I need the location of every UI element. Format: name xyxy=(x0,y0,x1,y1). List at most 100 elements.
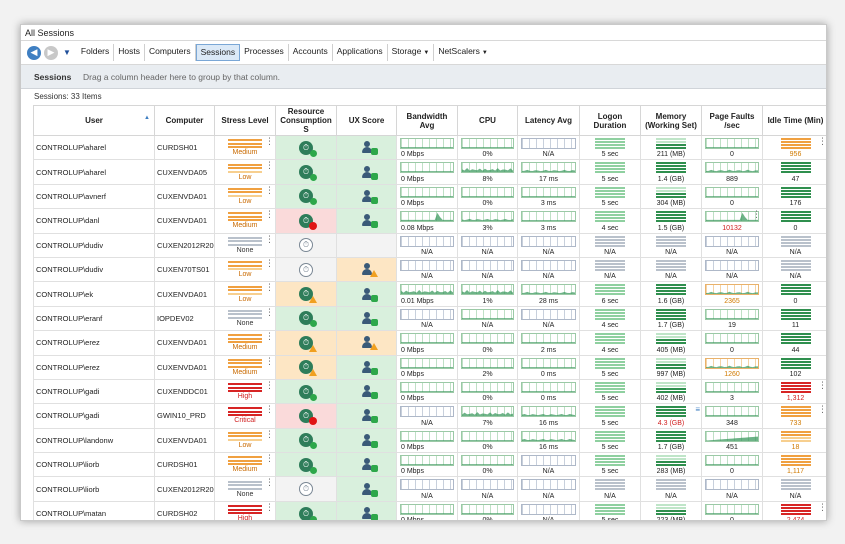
cell-ux[interactable] xyxy=(336,208,397,234)
table-row[interactable]: CONTROLUP\avnerf CUXENVDA01 Low ⋮ ⏱ 0 Mbps 0% 3… xyxy=(33,183,826,210)
table-row[interactable]: CONTROLUP\dudiv CUXEN2012R202 None ⋮ ⏱ N/A N/A… xyxy=(33,232,826,258)
cell-ux[interactable] xyxy=(336,183,397,210)
cell-ux[interactable] xyxy=(336,330,397,356)
more-options-icon[interactable]: ⋮ xyxy=(818,502,826,511)
cell-ux[interactable] xyxy=(336,159,397,185)
cell-resource[interactable]: ⏱ xyxy=(275,134,337,161)
col-header-cpu[interactable]: CPU xyxy=(457,105,518,136)
group-by-bar[interactable]: Sessions Drag a column header here to gr… xyxy=(21,65,826,89)
table-row[interactable]: CONTROLUP\erez CUXENVDA01 Medium ⋮ ⏱ 0 Mbps 0%… xyxy=(33,330,826,356)
table-row[interactable]: CONTROLUP\danl CUXENVDA01 Medium ⋮ ⏱ 0.08 Mbp… xyxy=(33,208,826,234)
speedometer-icon: ⏱ xyxy=(299,262,313,277)
more-options-icon[interactable]: ⋮ xyxy=(265,502,274,511)
more-options-icon[interactable]: ⋮ xyxy=(265,137,274,146)
more-options-icon[interactable]: ⋮ xyxy=(818,137,826,146)
cell-resource[interactable]: ⏱ xyxy=(275,427,337,454)
more-options-icon[interactable]: ⋮ xyxy=(265,405,274,414)
tab-netscalers[interactable]: NetScalers ▼ xyxy=(434,44,492,61)
cell-ux[interactable] xyxy=(336,354,397,380)
more-options-icon[interactable]: ⋮ xyxy=(265,380,274,389)
more-options-icon[interactable]: ⋮ xyxy=(265,478,274,487)
col-header-ux[interactable]: UX Score xyxy=(336,105,397,136)
cell-ux[interactable] xyxy=(336,427,397,454)
tab-sessions[interactable]: Sessions xyxy=(195,44,241,61)
col-header-stress[interactable]: Stress Level xyxy=(214,105,276,136)
col-header-logon[interactable]: Logon Duration xyxy=(579,105,641,136)
cell-ux[interactable] xyxy=(336,232,397,258)
col-header-pagefaults[interactable]: Page Faults /sec xyxy=(701,105,763,136)
table-row[interactable]: CONTROLUP\dudiv CUXEN70TS01 Low ⋮ ⏱ N/A N/A N/A… xyxy=(33,256,826,283)
more-options-icon[interactable]: ⋮ xyxy=(265,332,274,341)
table-row[interactable]: CONTROLUP\eranf IOPDEV02 None ⋮ ⏱ N/A N/A N/A 4 … xyxy=(33,305,826,332)
more-options-icon[interactable]: ⋮ xyxy=(265,454,274,463)
table-row[interactable]: CONTROLUP\gadi GWIN10_PRD Critical ⋮ ⏱ N/A 7% 1… xyxy=(33,403,826,429)
chevron-down-icon[interactable]: ▼ xyxy=(63,48,71,57)
cell-ux[interactable] xyxy=(336,305,397,332)
table-row[interactable]: CONTROLUP\ek CUXENVDA01 Low ⋮ ⏱ 0.01 Mbps 1% 28… xyxy=(33,281,826,307)
sparkline xyxy=(705,333,759,345)
cell-resource[interactable]: ⏱ xyxy=(275,159,337,185)
more-options-icon[interactable]: ⋮ xyxy=(818,380,826,389)
table-row[interactable]: CONTROLUP\liorb CURDSH01 Medium ⋮ ⏱ 0 Mbps 0% N… xyxy=(33,452,826,478)
table-row[interactable]: CONTROLUP\aharel CUXENVDA05 Low ⋮ ⏱ 0 Mbps 8% 1… xyxy=(33,159,826,185)
cell-resource[interactable]: ⏱ xyxy=(275,330,337,356)
col-header-memory[interactable]: Memory (Working Set) xyxy=(640,105,702,136)
cell-resource[interactable]: ⏱ xyxy=(275,500,337,520)
more-options-icon[interactable]: ⋮ xyxy=(265,185,274,194)
cell-resource[interactable]: ⏱ xyxy=(275,208,337,234)
cell-resource[interactable]: ⏱ xyxy=(275,305,337,332)
cell-ux[interactable] xyxy=(336,378,397,405)
more-options-icon[interactable]: ⋮ xyxy=(265,429,274,438)
tab-processes[interactable]: Processes xyxy=(240,44,289,61)
metric-value: 451 xyxy=(726,444,738,452)
col-header-user[interactable]: User ▲ xyxy=(33,105,155,136)
cell-resource[interactable]: ⏱ xyxy=(275,354,337,380)
cell-ux[interactable] xyxy=(336,134,397,161)
tab-folders[interactable]: Folders xyxy=(77,44,115,61)
arrow-right-icon[interactable]: ▶ xyxy=(44,45,58,60)
tab-applications[interactable]: Applications xyxy=(333,44,388,61)
col-header-latency[interactable]: Latency Avg xyxy=(517,105,580,136)
cell-ux[interactable] xyxy=(336,403,397,429)
table-row[interactable]: CONTROLUP\gadi CUXENDDC01 High ⋮ ⏱ 0 Mbps 0% 0 … xyxy=(33,378,826,405)
table-row[interactable]: CONTROLUP\erez CUXENVDA01 Medium ⋮ ⏱ 0 Mbps 2%… xyxy=(33,354,826,380)
cell-resource[interactable]: ⏱ xyxy=(275,476,337,502)
cell-resource[interactable]: ⏱ xyxy=(275,256,337,283)
cell-resource[interactable]: ⏱ xyxy=(275,281,337,307)
table-row[interactable]: CONTROLUP\matan CURDSH02 High ⋮ ⏱ 0 Mbps 0% N/A… xyxy=(33,500,826,520)
cell-ux[interactable] xyxy=(336,500,397,520)
col-header-idle[interactable]: Idle Time (Min) xyxy=(762,105,826,136)
cell-resource[interactable]: ⏱ xyxy=(275,183,337,210)
stress-bars xyxy=(228,505,262,515)
more-options-icon[interactable]: ⋮ xyxy=(265,210,274,219)
cell-resource[interactable]: ⏱ xyxy=(275,452,337,478)
more-options-icon[interactable]: ⋮ xyxy=(265,258,274,267)
more-options-icon[interactable]: ⋮ xyxy=(752,210,761,219)
tab-storage[interactable]: Storage ▼ xyxy=(388,44,435,61)
cell-resource[interactable]: ⏱ xyxy=(275,403,337,429)
more-options-icon[interactable]: ⋮ xyxy=(265,307,274,316)
col-header-computer[interactable]: Computer xyxy=(154,105,215,136)
more-options-icon[interactable]: ⋮ xyxy=(265,283,274,292)
col-header-resource[interactable]: Resource Consumption S xyxy=(275,105,337,136)
tab-hosts[interactable]: Hosts xyxy=(114,44,145,61)
cell-resource[interactable]: ⏱ xyxy=(275,232,337,258)
arrow-left-icon[interactable]: ◀ xyxy=(27,45,41,60)
more-options-icon[interactable]: ⋮ xyxy=(265,161,274,170)
cell-ux[interactable] xyxy=(336,476,397,502)
cell-ux[interactable] xyxy=(336,281,397,307)
more-options-icon[interactable]: ⋮ xyxy=(265,356,274,365)
col-header-bandwidth[interactable]: Bandwidth Avg xyxy=(396,105,458,136)
more-options-icon[interactable]: ⋮ xyxy=(265,234,274,243)
tab-computers[interactable]: Computers xyxy=(145,44,196,61)
metric-value: N/A xyxy=(789,273,802,281)
table-row[interactable]: CONTROLUP\liorb CUXEN2012R202 None ⋮ ⏱ N/A N/A… xyxy=(33,476,826,502)
table-row[interactable]: CONTROLUP\aharel CURDSH01 Medium ⋮ ⏱ 0 Mbps 0%… xyxy=(33,134,826,161)
more-options-icon[interactable]: ⋮ xyxy=(818,405,826,414)
cell-ux[interactable] xyxy=(336,256,397,283)
sparkline xyxy=(521,381,576,393)
table-row[interactable]: CONTROLUP\landonw CUXENVDA01 Low ⋮ ⏱ 0 Mbps 0%… xyxy=(33,427,826,454)
tab-accounts[interactable]: Accounts xyxy=(289,44,333,61)
cell-ux[interactable] xyxy=(336,452,397,478)
cell-resource[interactable]: ⏱ xyxy=(275,378,337,405)
